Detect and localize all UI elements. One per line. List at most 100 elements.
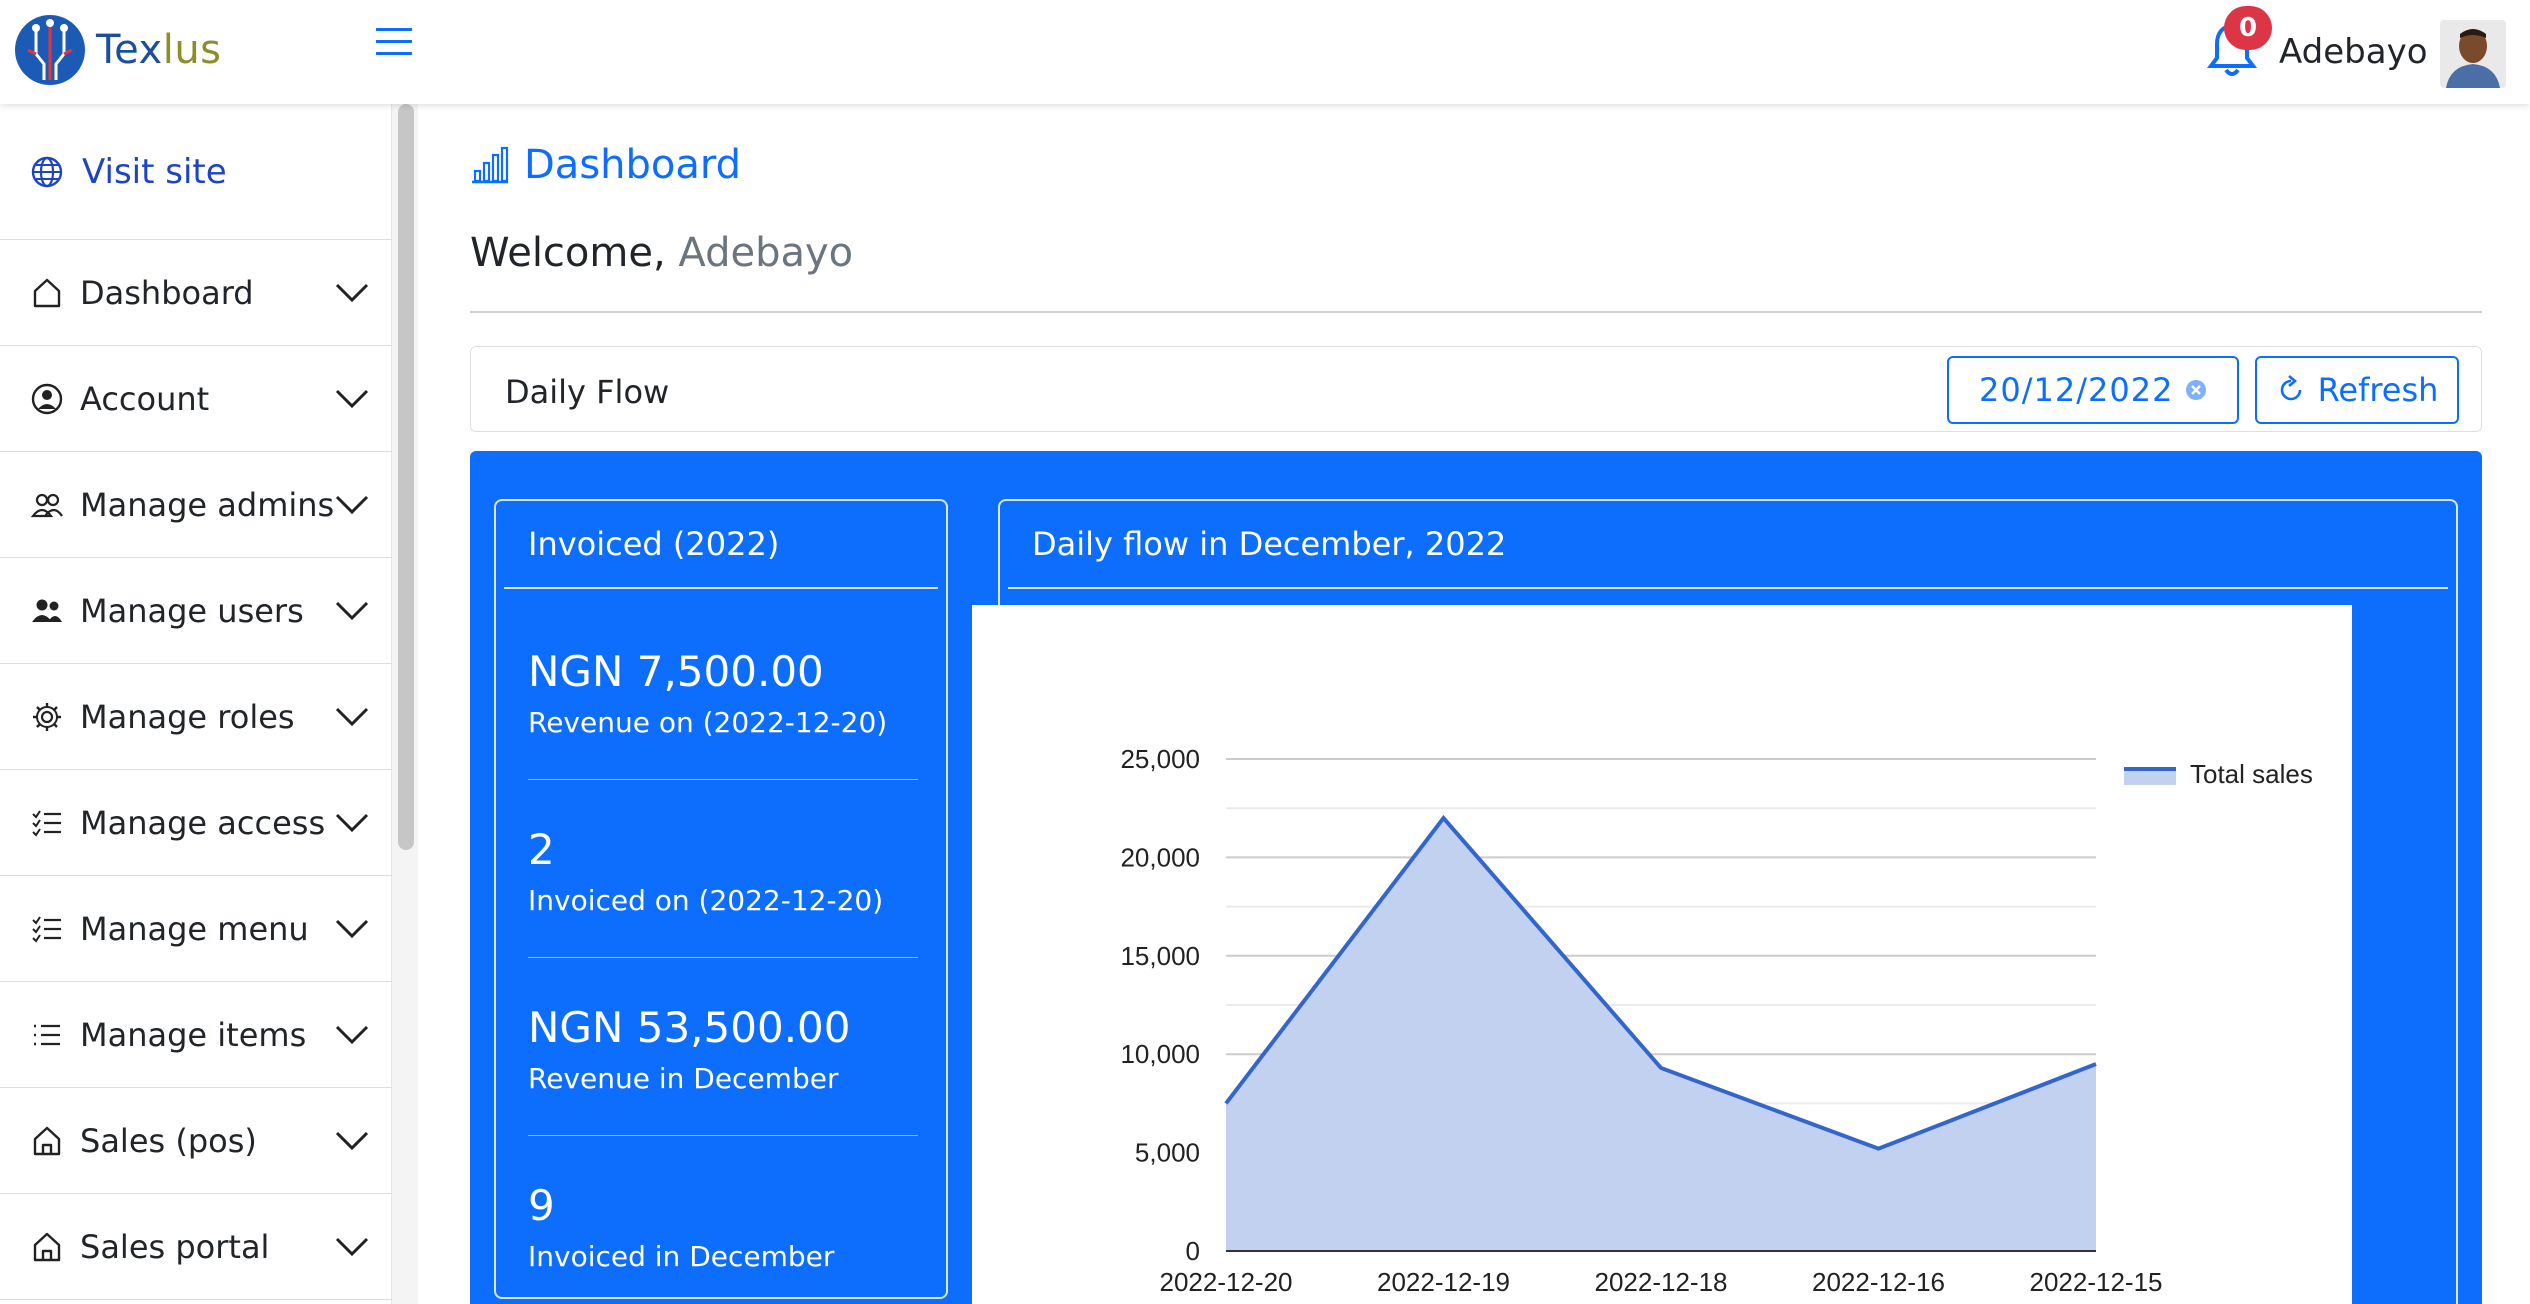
stat-monthly-revenue: NGN 53,500.00 Revenue in December: [528, 1003, 918, 1095]
stat-label: Invoiced in December: [528, 1240, 835, 1273]
sidebar-item-manage-admins[interactable]: Manage admins: [0, 452, 392, 558]
y-tick-label: 0: [1186, 1236, 1200, 1266]
x-tick-label: 2022-12-16: [1812, 1267, 1945, 1297]
refresh-icon: [2280, 375, 2301, 401]
chevron-down-icon: [335, 601, 369, 621]
sidebar-item-manage-access[interactable]: Manage access: [0, 770, 392, 876]
brand-logo[interactable]: Texlus: [14, 14, 222, 86]
invoiced-card-title: Invoiced (2022): [528, 525, 780, 563]
sidebar-item-label: Manage access: [80, 803, 326, 842]
user-circle-icon: [31, 383, 63, 414]
visit-site-label: Visit site: [82, 151, 227, 192]
sidebar-item-label: Manage roles: [80, 697, 295, 736]
people-fill-icon: [32, 599, 62, 622]
chevron-down-icon: [335, 1131, 369, 1151]
divider: [528, 957, 918, 958]
stat-value: 9: [528, 1181, 555, 1230]
y-tick-label: 10,000: [1120, 1039, 1200, 1069]
sidebar-item-label: Manage users: [80, 591, 304, 630]
welcome-user-name: Adebayo: [678, 230, 854, 276]
people-icon: [30, 493, 63, 517]
divider: [470, 311, 2482, 313]
stat-label: Revenue in December: [528, 1062, 839, 1095]
notification-count-badge: 0: [2224, 6, 2272, 50]
clear-date-icon[interactable]: [2185, 379, 2207, 401]
sidebar-item-manage-users[interactable]: Manage users: [0, 558, 392, 664]
legend-label: Total sales: [2190, 759, 2313, 789]
divider: [528, 1135, 918, 1136]
stat-daily-revenue: NGN 7,500.00 Revenue on (2022-12-20): [528, 647, 918, 739]
refresh-label: Refresh: [2317, 371, 2439, 409]
chevron-down-icon: [335, 495, 369, 515]
x-tick-label: 2022-12-18: [1595, 1267, 1728, 1297]
page-title: Dashboard: [470, 142, 741, 188]
stat-value: NGN 53,500.00: [528, 1003, 851, 1052]
gear-icon: [33, 702, 61, 731]
logo-icon: [15, 15, 85, 85]
y-tick-label: 25,000: [1120, 744, 1200, 774]
chevron-down-icon: [335, 1025, 369, 1045]
divider: [1008, 587, 2448, 589]
user-name[interactable]: Adebayo: [2279, 32, 2428, 72]
sidebar-item-label: Manage menu: [80, 909, 309, 948]
chevron-down-icon: [335, 1237, 369, 1257]
welcome-prefix: Welcome,: [470, 230, 666, 276]
invoiced-card: Invoiced (2022) NGN 7,500.00 Revenue on …: [494, 499, 948, 1299]
menu-toggle-icon[interactable]: [374, 22, 414, 62]
sidebar: Visit site Dashboard Account Manage admi…: [0, 104, 392, 1304]
welcome-message: Welcome, Adebayo: [470, 230, 853, 276]
y-tick-label: 5,000: [1135, 1138, 1200, 1168]
stats-panel: Invoiced (2022) NGN 7,500.00 Revenue on …: [470, 451, 2482, 1304]
sidebar-item-label: Sales portal: [80, 1227, 270, 1266]
stat-daily-invoiced: 2 Invoiced on (2022-12-20): [528, 825, 918, 917]
daily-flow-toolbar: Daily Flow 20/12/2022 Refresh: [470, 346, 2482, 432]
stat-value: NGN 7,500.00: [528, 647, 824, 696]
x-tick-label: 2022-12-19: [1377, 1267, 1510, 1297]
chevron-down-icon: [335, 813, 369, 833]
stat-monthly-invoiced: 9 Invoiced in December: [528, 1181, 918, 1273]
sidebar-item-manage-menu[interactable]: Manage menu: [0, 876, 392, 982]
y-tick-label: 20,000: [1120, 842, 1200, 872]
date-value: 20/12/2022: [1979, 371, 2174, 409]
home-icon: [33, 1126, 61, 1155]
sidebar-item-manage-items[interactable]: Manage items: [0, 982, 392, 1088]
y-tick-label: 15,000: [1120, 941, 1200, 971]
divider: [504, 587, 938, 589]
sidebar-item-label: Sales (pos): [80, 1121, 257, 1160]
sidebar-item-manage-roles[interactable]: Manage roles: [0, 664, 392, 770]
chart-card-title: Daily flow in December, 2022: [1032, 525, 1507, 563]
avatar[interactable]: [2440, 20, 2506, 88]
daily-flow-chart: 0 5,000 10,000 15,000 20,000 25,000 2022-12-20…: [972, 605, 2352, 1304]
home-icon: [33, 1232, 61, 1261]
list-check-icon: [32, 809, 61, 837]
sidebar-scrollbar-thumb[interactable]: [398, 104, 414, 850]
list-check-icon: [32, 915, 61, 943]
chevron-down-icon: [335, 919, 369, 939]
globe-icon: [31, 156, 63, 187]
home-icon: [33, 278, 61, 307]
chevron-down-icon: [335, 389, 369, 409]
stat-label: Revenue on (2022-12-20): [528, 706, 888, 739]
sidebar-item-label: Account: [80, 379, 210, 418]
sidebar-item-sales-pos[interactable]: Sales (pos): [0, 1088, 392, 1194]
sidebar-item-account[interactable]: Account: [0, 346, 392, 452]
x-tick-label: 2022-12-20: [1160, 1267, 1293, 1297]
date-picker-input[interactable]: 20/12/2022: [1947, 356, 2239, 424]
daily-flow-title: Daily Flow: [505, 373, 670, 411]
avatar-image: [2440, 20, 2506, 88]
sidebar-item-sales-portal[interactable]: Sales portal: [0, 1194, 392, 1300]
stat-label: Invoiced on (2022-12-20): [528, 884, 884, 917]
sidebar-item-label: Dashboard: [80, 273, 254, 312]
divider: [528, 779, 918, 780]
bar-chart-icon: [472, 146, 509, 184]
top-bar: Texlus 0 Adebayo: [0, 0, 2530, 104]
page-title-label: Dashboard: [524, 142, 742, 188]
chevron-down-icon: [335, 707, 369, 727]
visit-site-link[interactable]: Visit site: [0, 104, 392, 240]
sidebar-item-label: Manage items: [80, 1015, 307, 1054]
series-area: [1226, 818, 2096, 1251]
brand-name: Texlus: [96, 27, 222, 73]
sidebar-item-dashboard[interactable]: Dashboard: [0, 240, 392, 346]
refresh-button[interactable]: Refresh: [2255, 356, 2459, 424]
sidebar-item-label: Manage admins: [80, 485, 335, 524]
